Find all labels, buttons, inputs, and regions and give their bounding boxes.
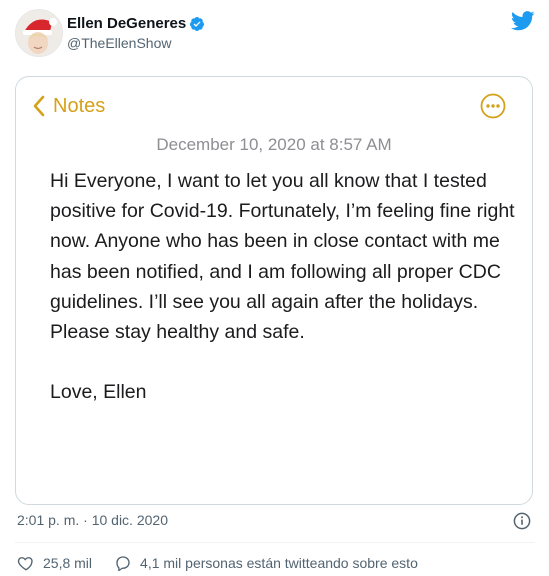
notes-back-label: Notes xyxy=(53,95,106,117)
tweet-timestamp[interactable]: 2:01 p. m. · 10 dic. 2020 xyxy=(17,512,168,528)
heart-icon xyxy=(17,557,33,571)
display-name[interactable]: Ellen DeGeneres xyxy=(67,15,186,33)
speech-bubble-icon xyxy=(116,556,130,572)
note-date: December 10, 2020 at 8:57 AM xyxy=(156,135,392,154)
note-screenshot[interactable]: Notes December 10, 2020 at 8:57 AM Hi Ev… xyxy=(15,76,533,505)
conversation-link[interactable]: 4,1 mil personas están twitteando sobre … xyxy=(114,554,418,572)
note-signoff: Love, Ellen xyxy=(50,381,147,404)
user-handle[interactable]: @TheEllenShow xyxy=(67,34,205,52)
tweet-header: Ellen DeGeneres @TheEllenShow xyxy=(15,9,535,59)
conversation-text: 4,1 mil personas están twitteando sobre … xyxy=(140,555,418,571)
divider xyxy=(15,542,535,543)
info-icon[interactable] xyxy=(513,512,531,530)
note-paragraph: Hi Everyone, I want to let you all know … xyxy=(50,170,515,344)
more-options-icon[interactable] xyxy=(480,93,506,119)
note-body: Hi Everyone, I want to let you all know … xyxy=(50,166,520,407)
tweet-actions: 25,8 mil 4,1 mil personas están twittean… xyxy=(17,553,418,573)
like-button[interactable]: 25,8 mil xyxy=(17,554,92,572)
notes-back-button[interactable]: Notes xyxy=(32,94,105,118)
avatar[interactable] xyxy=(15,9,63,57)
verified-badge-icon xyxy=(190,17,205,31)
chevron-left-icon xyxy=(33,95,45,117)
twitter-bird-icon[interactable] xyxy=(511,11,535,31)
author-names: Ellen DeGeneres @TheEllenShow xyxy=(67,15,205,52)
like-count: 25,8 mil xyxy=(43,555,93,571)
